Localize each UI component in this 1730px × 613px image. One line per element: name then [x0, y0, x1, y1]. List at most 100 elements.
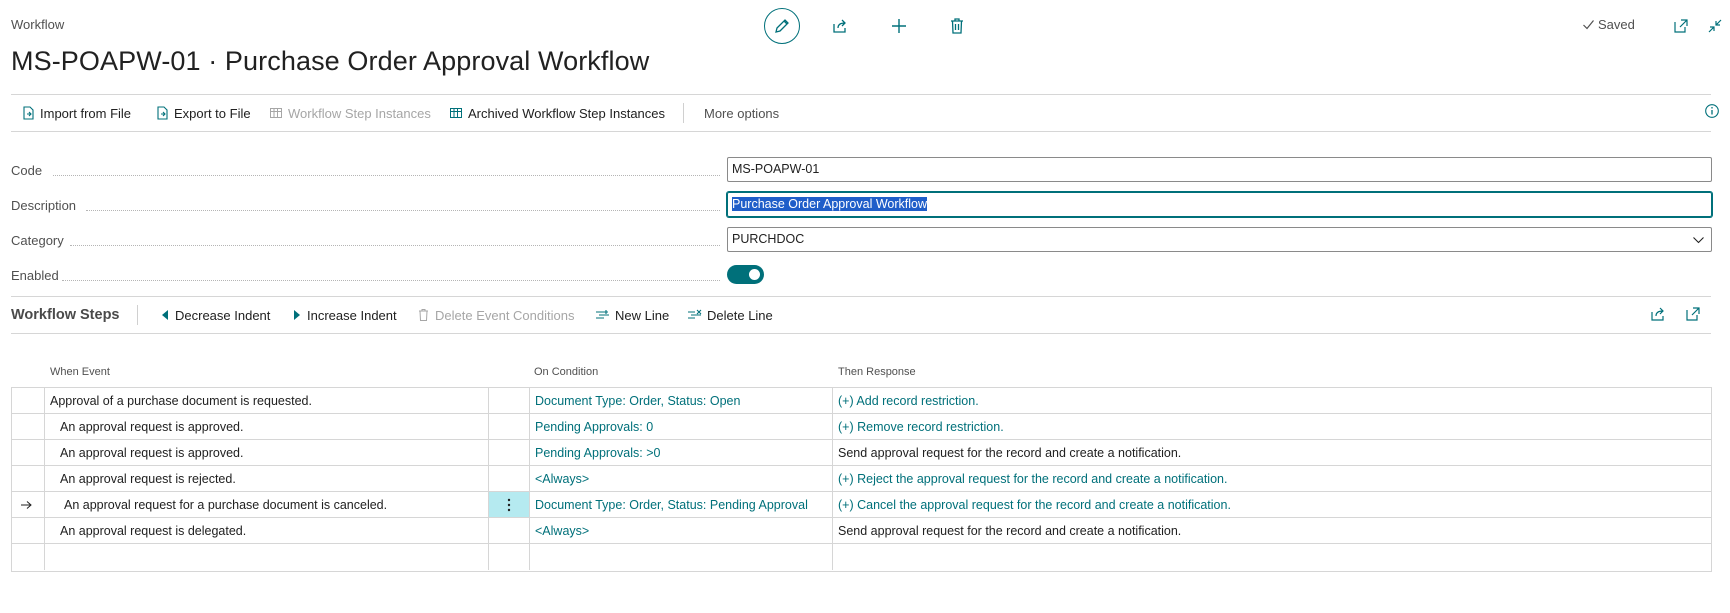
table-icon — [450, 108, 462, 118]
then-response-cell[interactable]: (+) Add record restriction. — [838, 388, 979, 414]
plus-icon — [892, 19, 906, 33]
action-divider — [683, 103, 684, 123]
when-event-cell[interactable]: Approval of a purchase document is reque… — [50, 388, 312, 414]
share-icon — [1651, 307, 1664, 321]
arrow-right-icon — [21, 501, 32, 509]
enabled-toggle[interactable] — [727, 265, 764, 284]
breadcrumb: Workflow — [11, 17, 65, 32]
then-response-cell[interactable]: (+) Reject the approval request for the … — [838, 466, 1227, 492]
column-header-then-response[interactable]: Then Response — [838, 366, 916, 378]
category-select[interactable]: PURCHDOC — [727, 227, 1712, 252]
pencil-icon — [775, 19, 789, 33]
import-label: Import from File — [40, 105, 132, 121]
decrease-indent-label: Decrease Indent — [175, 307, 271, 323]
delete-line-label: Delete Line — [707, 307, 773, 323]
enabled-label: Enabled — [11, 268, 59, 283]
increase-indent-label: Increase Indent — [307, 307, 397, 323]
trash-icon — [419, 309, 428, 321]
triangle-left-icon — [162, 310, 168, 320]
on-condition-cell[interactable]: Pending Approvals: >0 — [535, 440, 660, 466]
row-actions-button[interactable] — [488, 492, 529, 518]
table-row-empty[interactable] — [11, 543, 1712, 570]
steps-expand-button[interactable] — [1685, 306, 1701, 327]
when-event-cell[interactable]: An approval request is approved. — [60, 414, 243, 440]
info-icon — [1705, 104, 1719, 118]
then-response-cell[interactable]: (+) Remove record restriction. — [838, 414, 1004, 440]
when-event-cell[interactable]: An approval request for a purchase docum… — [64, 492, 387, 518]
description-dots — [86, 210, 720, 211]
table-row[interactable]: An approval request is approved. Pending… — [11, 413, 1712, 440]
chevron-down-icon — [1693, 237, 1704, 244]
when-event-cell[interactable]: An approval request is delegated. — [60, 518, 246, 544]
export-to-file-button[interactable]: Export to File — [155, 95, 251, 131]
import-from-file-button[interactable]: Import from File — [21, 95, 131, 131]
current-row-indicator — [20, 492, 33, 518]
step-instances-label: Workflow Step Instances — [288, 105, 431, 121]
new-line-button[interactable]: New Line — [595, 297, 669, 333]
open-new-window-icon — [1674, 19, 1688, 33]
category-label: Category — [11, 233, 64, 248]
archived-workflow-step-instances-button[interactable]: Archived Workflow Step Instances — [449, 95, 665, 131]
delete-event-conditions-button[interactable]: Delete Event Conditions — [417, 297, 574, 333]
workflow-step-instances-button[interactable]: Workflow Step Instances — [269, 95, 431, 131]
new-button[interactable] — [881, 8, 917, 44]
code-label: Code — [11, 163, 43, 178]
when-event-cell[interactable]: An approval request is approved. — [60, 440, 243, 466]
export-label: Export to File — [174, 105, 251, 121]
enabled-dots — [62, 280, 720, 281]
then-response-cell[interactable]: Send approval request for the record and… — [838, 518, 1181, 544]
category-dots — [70, 245, 720, 246]
file-export-icon — [157, 106, 168, 120]
archived-label: Archived Workflow Step Instances — [468, 105, 666, 121]
increase-indent-button[interactable]: Increase Indent — [292, 297, 397, 333]
trash-icon — [951, 18, 963, 34]
code-field[interactable]: MS-POAPW-01 — [727, 157, 1712, 182]
saved-label: Saved — [1598, 17, 1635, 32]
share-button[interactable] — [822, 8, 858, 44]
on-condition-cell[interactable]: Document Type: Order, Status: Pending Ap… — [535, 492, 808, 518]
then-response-cell[interactable]: (+) Cancel the approval request for the … — [838, 492, 1231, 518]
workflow-steps-title: Workflow Steps — [11, 307, 120, 323]
delete-conditions-label: Delete Event Conditions — [435, 307, 575, 323]
when-event-cell[interactable]: An approval request is rejected. — [60, 466, 236, 492]
decrease-indent-button[interactable]: Decrease Indent — [160, 297, 270, 333]
table-row[interactable]: Approval of a purchase document is reque… — [11, 387, 1712, 414]
checkmark-icon — [1583, 20, 1594, 30]
table-icon — [270, 108, 282, 118]
share-icon — [833, 19, 846, 33]
column-header-on-condition[interactable]: On Condition — [534, 366, 598, 378]
new-line-icon — [596, 310, 609, 319]
file-import-icon — [23, 106, 34, 120]
more-vertical-icon — [507, 498, 510, 512]
on-condition-cell[interactable]: <Always> — [535, 518, 589, 544]
steps-share-button[interactable] — [1650, 306, 1667, 327]
saved-status: Saved — [1582, 17, 1635, 32]
action-bar: Import from File Export to File Workflow… — [11, 94, 1711, 132]
description-field[interactable]: Purchase Order Approval Workflow — [727, 192, 1712, 217]
delete-line-button[interactable]: Delete Line — [687, 297, 773, 333]
table-row[interactable]: An approval request is rejected. <Always… — [11, 465, 1712, 492]
expand-icon — [1686, 307, 1700, 321]
description-label: Description — [11, 198, 77, 213]
code-dots — [53, 175, 720, 176]
edit-button[interactable] — [764, 8, 800, 44]
description-selected-text: Purchase Order Approval Workflow — [732, 197, 927, 211]
page-title: MS-POAPW-01 · Purchase Order Approval Wo… — [11, 46, 650, 76]
steps-divider — [137, 305, 138, 325]
open-new-window-button[interactable] — [1663, 8, 1699, 44]
new-line-label: New Line — [615, 307, 670, 323]
on-condition-cell[interactable]: <Always> — [535, 466, 589, 492]
more-options-button[interactable]: More options — [704, 95, 779, 131]
collapse-button[interactable] — [1697, 8, 1730, 44]
on-condition-cell[interactable]: Document Type: Order, Status: Open — [535, 388, 740, 414]
triangle-right-icon — [294, 310, 300, 320]
on-condition-cell[interactable]: Pending Approvals: 0 — [535, 414, 653, 440]
table-row[interactable]: An approval request is delegated. <Alway… — [11, 517, 1712, 544]
table-row-current[interactable]: An approval request for a purchase docum… — [11, 491, 1712, 518]
delete-button[interactable] — [939, 8, 975, 44]
column-header-when-event[interactable]: When Event — [50, 366, 110, 378]
table-row[interactable]: An approval request is approved. Pending… — [11, 439, 1712, 466]
then-response-cell[interactable]: Send approval request for the record and… — [838, 440, 1181, 466]
info-button[interactable] — [1704, 103, 1720, 124]
delete-line-icon — [688, 309, 702, 319]
